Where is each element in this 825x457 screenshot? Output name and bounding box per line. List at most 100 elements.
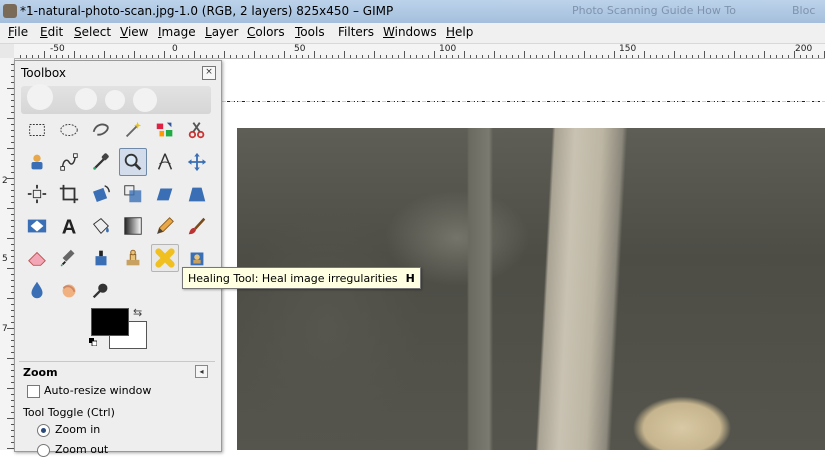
background-tab-title: Bloc: [792, 4, 816, 17]
foreground-select-icon[interactable]: [23, 148, 51, 176]
align-icon[interactable]: [23, 180, 51, 208]
ellipse-select-icon[interactable]: [55, 116, 83, 144]
ruler-tick: [7, 268, 14, 269]
ruler-tick: [206, 55, 207, 58]
menu-select[interactable]: Select: [74, 25, 111, 39]
title-bar: *1-natural-photo-scan.jpg-1.0 (RGB, 2 la…: [0, 0, 825, 24]
free-select-icon[interactable]: [87, 116, 115, 144]
toolbox-dialog: Toolbox × A ⇆ Zoom ◂ Auto-resize window …: [14, 60, 222, 457]
auto-resize-checkbox[interactable]: [27, 385, 40, 398]
divider: [19, 361, 215, 362]
scissors-select-icon[interactable]: [183, 116, 211, 144]
ruler-tick: [392, 55, 393, 58]
eraser-icon[interactable]: [23, 244, 51, 272]
ruler-tick: [296, 55, 297, 58]
flip-icon[interactable]: [23, 212, 51, 240]
blur-icon[interactable]: [23, 276, 51, 304]
scale-icon[interactable]: [119, 180, 147, 208]
ruler-tick: [7, 448, 14, 449]
menu-file[interactable]: File: [8, 25, 28, 39]
foreground-color-swatch[interactable]: [91, 308, 129, 336]
close-icon[interactable]: ×: [202, 66, 216, 80]
menu-edit[interactable]: Edit: [40, 25, 63, 39]
menu-tools[interactable]: Tools: [295, 25, 325, 39]
rect-select-icon[interactable]: [23, 116, 51, 144]
paintbrush-icon[interactable]: [183, 212, 211, 240]
ruler-tick: [770, 55, 771, 58]
ruler-tick: [164, 51, 165, 58]
ruler-tick: [7, 178, 14, 179]
menu-layer[interactable]: Layer: [205, 25, 238, 39]
zoom-icon[interactable]: [119, 148, 147, 176]
bucket-fill-icon[interactable]: [87, 212, 115, 240]
ruler-tick: [122, 55, 123, 58]
ruler-tick: [338, 55, 339, 58]
smudge-icon[interactable]: [55, 276, 83, 304]
menu-filters[interactable]: Filters: [338, 25, 374, 39]
ruler-tick: [566, 55, 567, 58]
text-icon[interactable]: A: [55, 212, 83, 240]
ruler-tick: [560, 55, 561, 58]
menu-colors[interactable]: Colors: [247, 25, 285, 39]
shear-icon[interactable]: [151, 180, 179, 208]
heal-icon[interactable]: [151, 244, 179, 272]
select-by-color-icon[interactable]: [151, 116, 179, 144]
zoom-in-radio[interactable]: [37, 424, 50, 437]
color-picker-icon[interactable]: [87, 148, 115, 176]
ruler-tick: [644, 51, 645, 58]
photo-image[interactable]: [237, 128, 825, 450]
ruler-tick: [404, 51, 405, 58]
ruler-tick: [368, 55, 369, 58]
move-icon[interactable]: [183, 148, 211, 176]
ruler-tick: [230, 55, 231, 58]
color-area[interactable]: ⇆: [89, 306, 151, 356]
vertical-ruler[interactable]: 2 5 7: [0, 58, 15, 450]
menu-help[interactable]: Help: [446, 25, 473, 39]
perspective-icon[interactable]: [183, 180, 211, 208]
ruler-tick: [188, 55, 189, 58]
ruler-tick: [548, 55, 549, 58]
ruler-tick: [320, 55, 321, 58]
dodge-burn-icon[interactable]: [87, 276, 115, 304]
swap-colors-icon[interactable]: ⇆: [133, 306, 142, 319]
menu-image[interactable]: Image: [158, 25, 196, 39]
horizontal-ruler[interactable]: -50 0 50 100 150 200: [14, 44, 825, 59]
ruler-tick: [530, 55, 531, 58]
ruler-tick: [146, 55, 147, 58]
wilber-drop-area[interactable]: [21, 84, 211, 114]
ruler-tick: [512, 55, 513, 58]
ruler-tick: [362, 55, 363, 58]
ruler-tick: [734, 51, 735, 58]
zoom-out-radio[interactable]: [37, 444, 50, 457]
menu-windows[interactable]: Windows: [383, 25, 437, 39]
ruler-tick: [686, 55, 687, 58]
ruler-tick: [7, 388, 14, 389]
ruler-tick: [7, 358, 14, 359]
ruler-corner[interactable]: [0, 44, 15, 59]
ruler-tick: [776, 55, 777, 58]
ruler-tick: [446, 55, 447, 58]
rotate-icon[interactable]: [87, 180, 115, 208]
pencil-icon[interactable]: [151, 212, 179, 240]
ruler-tick: [140, 55, 141, 58]
ink-icon[interactable]: [87, 244, 115, 272]
ruler-tick: [7, 418, 14, 419]
airbrush-icon[interactable]: [55, 244, 83, 272]
ruler-tick: [626, 55, 627, 58]
clone-icon[interactable]: [119, 244, 147, 272]
tool-options-menu-icon[interactable]: ◂: [195, 365, 208, 378]
paths-icon[interactable]: [55, 148, 83, 176]
reset-colors-icon[interactable]: [89, 338, 97, 346]
ruler-tick: [80, 55, 81, 58]
ruler-tick: [212, 55, 213, 58]
crop-icon[interactable]: [55, 180, 83, 208]
ruler-label: 5: [2, 254, 8, 264]
tooltip-text: Healing Tool: Heal image irregularities: [188, 271, 398, 285]
blend-icon[interactable]: [119, 212, 147, 240]
ruler-tick: [302, 55, 303, 58]
ruler-tick: [506, 55, 507, 58]
fuzzy-select-icon[interactable]: [119, 116, 147, 144]
background-tab-title: Photo Scanning Guide How To: [572, 4, 736, 17]
menu-view[interactable]: View: [120, 25, 148, 39]
measure-icon[interactable]: [151, 148, 179, 176]
